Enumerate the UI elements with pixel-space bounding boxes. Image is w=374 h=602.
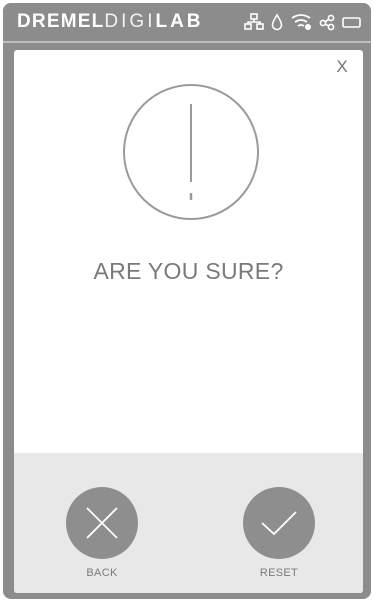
reset-label: RESET <box>259 567 299 579</box>
back-button[interactable]: BACK <box>57 487 147 587</box>
status-icons <box>244 13 362 31</box>
checkmark-icon <box>261 511 297 536</box>
screen: DREMELDIGILAB X ARE YOU SURE? BACK RESET <box>0 0 374 602</box>
back-button-circle[interactable] <box>66 487 138 559</box>
status-bar-divider <box>3 41 371 43</box>
reset-button[interactable]: RESET <box>234 487 324 587</box>
back-label: BACK <box>86 567 118 579</box>
brand-part-lab: LAB <box>155 11 204 32</box>
close-button[interactable]: X <box>331 56 353 78</box>
status-bar: DREMELDIGILAB <box>3 3 371 41</box>
filament-drop-icon <box>271 13 283 31</box>
reset-button-circle[interactable] <box>243 487 315 559</box>
brand-part-digi: DIGI <box>104 11 156 32</box>
exclamation-circle-icon <box>121 82 261 222</box>
share-icon <box>319 13 335 31</box>
wifi-signal-icon <box>290 13 312 31</box>
brand-logo: DREMELDIGILAB <box>17 11 204 33</box>
network-icon <box>244 13 264 31</box>
close-x-icon <box>86 507 118 539</box>
dialog-title: ARE YOU SURE? <box>93 258 284 284</box>
action-area: BACK RESET <box>14 453 363 593</box>
battery-icon <box>342 13 362 31</box>
brand-part-dremel: DREMEL <box>17 11 105 32</box>
confirm-dialog: X ARE YOU SURE? BACK RESET <box>14 50 363 593</box>
